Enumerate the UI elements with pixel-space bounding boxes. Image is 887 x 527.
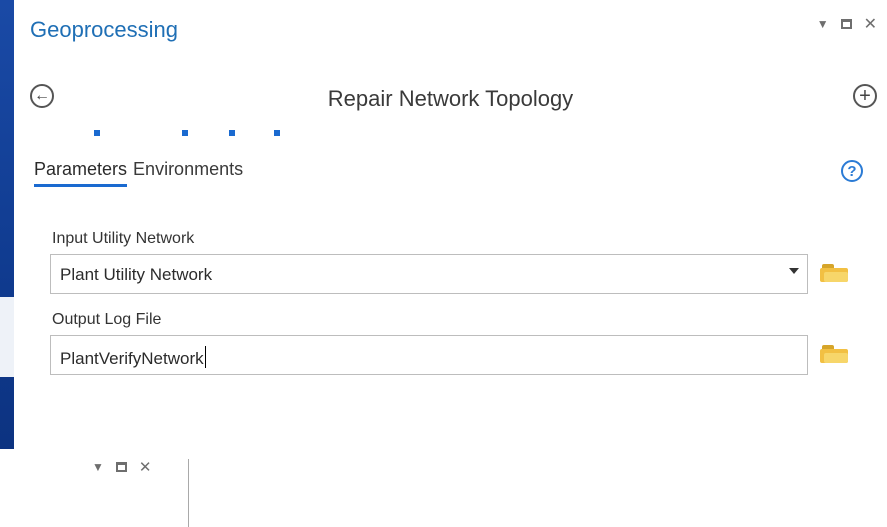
tool-title: Repair Network Topology — [327, 86, 574, 111]
pane-title: Geoprocessing — [30, 17, 178, 42]
folder-icon[interactable] — [820, 345, 848, 363]
window-controls: ▼ ✕ — [817, 14, 877, 34]
progress-dot — [229, 130, 235, 136]
output-log-value: PlantVerifyNetwork — [60, 349, 204, 368]
tab-parameters[interactable]: Parameters — [34, 159, 128, 187]
plus-icon: + — [859, 85, 871, 107]
input-network-label: Input Utility Network — [52, 230, 195, 247]
input-network-value: Plant Utility Network — [60, 265, 213, 284]
chevron-down-icon[interactable]: ▼ — [817, 17, 829, 31]
dropdown-arrow-icon[interactable] — [789, 268, 799, 274]
maximize-icon[interactable] — [840, 19, 852, 29]
help-icon[interactable]: ? — [841, 160, 863, 182]
progress-dot — [274, 130, 280, 136]
tool-header: ← Repair Network Topology + — [14, 78, 887, 118]
geoprocessing-pane: Geoprocessing ▼ ✕ ← Repair Network Topol… — [14, 0, 887, 449]
pane-divider[interactable] — [188, 459, 189, 527]
progress-dot — [182, 130, 188, 136]
input-network-select[interactable]: Plant Utility Network — [50, 254, 808, 294]
secondary-window-controls: ▼ ✕ — [92, 458, 151, 476]
chevron-down-icon[interactable]: ▼ — [92, 460, 104, 474]
progress-dot — [94, 130, 100, 136]
output-log-label: Output Log File — [52, 311, 162, 328]
close-icon[interactable]: ✕ — [864, 14, 877, 34]
output-log-input[interactable]: PlantVerifyNetwork — [50, 335, 808, 375]
maximize-icon[interactable] — [115, 462, 127, 472]
folder-icon[interactable] — [820, 264, 848, 282]
output-log-value-wrap: PlantVerifyNetwork — [60, 346, 206, 369]
add-button[interactable]: + — [853, 84, 877, 108]
text-caret — [204, 346, 206, 368]
tab-environments[interactable]: Environments — [133, 159, 243, 187]
progress-indicator — [94, 130, 294, 136]
tab-bar: Parameters Environments — [34, 159, 243, 187]
close-icon[interactable]: ✕ — [139, 458, 152, 476]
